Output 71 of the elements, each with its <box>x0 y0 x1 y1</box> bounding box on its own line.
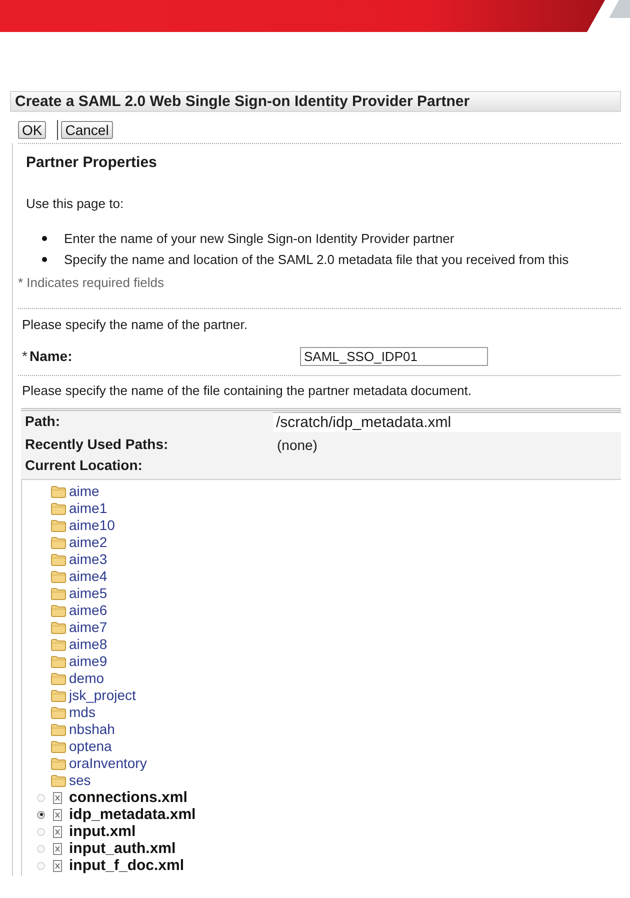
folder-icon <box>51 554 66 566</box>
folder-link[interactable]: aime3 <box>69 551 108 568</box>
folder-icon <box>51 622 66 634</box>
folder-icon <box>51 774 66 786</box>
file-name: idp_metadata.xml <box>69 806 196 823</box>
radio-button[interactable] <box>37 844 45 852</box>
name-input[interactable]: SAML_SSO_IDP01 <box>300 346 488 366</box>
folder-icon <box>51 520 66 532</box>
folder-link[interactable]: jsk_project <box>69 687 136 704</box>
folder-link[interactable]: aime1 <box>69 500 108 517</box>
folder-link[interactable]: aime8 <box>69 636 108 653</box>
document-x-icon <box>53 826 62 838</box>
document-x-icon <box>53 792 62 804</box>
folder-link[interactable]: mds <box>69 704 96 721</box>
document-x-icon <box>53 842 62 854</box>
folder-link[interactable]: demo <box>69 670 104 687</box>
bullet-icon <box>42 236 47 241</box>
ok-button[interactable]: OK <box>18 121 46 139</box>
section-heading: Partner Properties <box>26 155 157 171</box>
intro-text: Use this page to: <box>26 196 124 212</box>
cancel-button[interactable]: Cancel <box>61 121 113 139</box>
field-label: Path: <box>25 412 60 429</box>
radio-button[interactable] <box>37 828 45 836</box>
file-name: input_f_doc.xml <box>69 857 184 874</box>
folder-icon <box>51 638 66 650</box>
folder-icon <box>51 536 66 548</box>
folder-link[interactable]: aime7 <box>69 619 108 636</box>
folder-icon <box>51 740 66 752</box>
folder-icon <box>51 672 66 684</box>
folder-link[interactable]: aime2 <box>69 534 108 551</box>
folder-link[interactable]: aime <box>69 483 100 500</box>
folder-icon <box>51 486 66 498</box>
document-x-icon <box>53 808 62 820</box>
radio-button[interactable] <box>37 862 45 870</box>
required-fields-note: * Indicates required fields <box>18 274 164 292</box>
folder-link[interactable]: aime6 <box>69 602 108 619</box>
folder-icon <box>51 690 66 702</box>
field-label: Current Location: <box>25 456 142 473</box>
instruction-text: Enter the name of your new Single Sign-on Identity Provider partner <box>64 230 454 248</box>
folder-icon <box>51 656 66 668</box>
folder-link[interactable]: ses <box>69 772 91 789</box>
folder-icon <box>51 502 66 514</box>
folder-icon <box>51 570 66 582</box>
path-input[interactable]: /scratch/idp_metadata.xml <box>273 412 621 432</box>
required-marker: * <box>22 349 28 363</box>
file-prompt: Please specify the name of the file containing the partner metadata document. <box>22 383 472 399</box>
instruction-text: Specify the name and location of the SAML 2.0 metadata file that you received from this <box>64 251 569 269</box>
file-name: input_auth.xml <box>69 840 176 857</box>
folder-link[interactable]: nbshah <box>69 721 115 738</box>
file-name: connections.xml <box>69 789 188 806</box>
folder-link[interactable]: optena <box>69 738 112 755</box>
folder-icon <box>51 604 66 616</box>
field-label: Recently Used Paths: <box>25 436 168 452</box>
folder-icon <box>51 588 66 600</box>
folder-icon <box>51 724 66 736</box>
document-x-icon <box>53 860 62 872</box>
folder-link[interactable]: aime10 <box>69 517 115 534</box>
form-title: Create a SAML 2.0 Web Single Sign-on Identity Provider Partner <box>15 94 470 109</box>
field-label: Name: <box>29 349 72 363</box>
recent-paths-value: (none) <box>276 438 318 452</box>
radio-button[interactable] <box>37 794 45 802</box>
folder-link[interactable]: aime4 <box>69 568 108 585</box>
radio-button[interactable] <box>37 810 45 818</box>
folder-icon <box>51 706 66 718</box>
folder-link[interactable]: aime5 <box>69 585 108 602</box>
folder-icon <box>51 758 66 770</box>
file-name: input.xml <box>69 823 136 840</box>
folder-link[interactable]: aime9 <box>69 653 108 670</box>
name-prompt: Please specify the name of the partner. <box>22 317 248 333</box>
folder-link[interactable]: oraInventory <box>69 755 147 772</box>
bullet-icon <box>42 257 47 262</box>
